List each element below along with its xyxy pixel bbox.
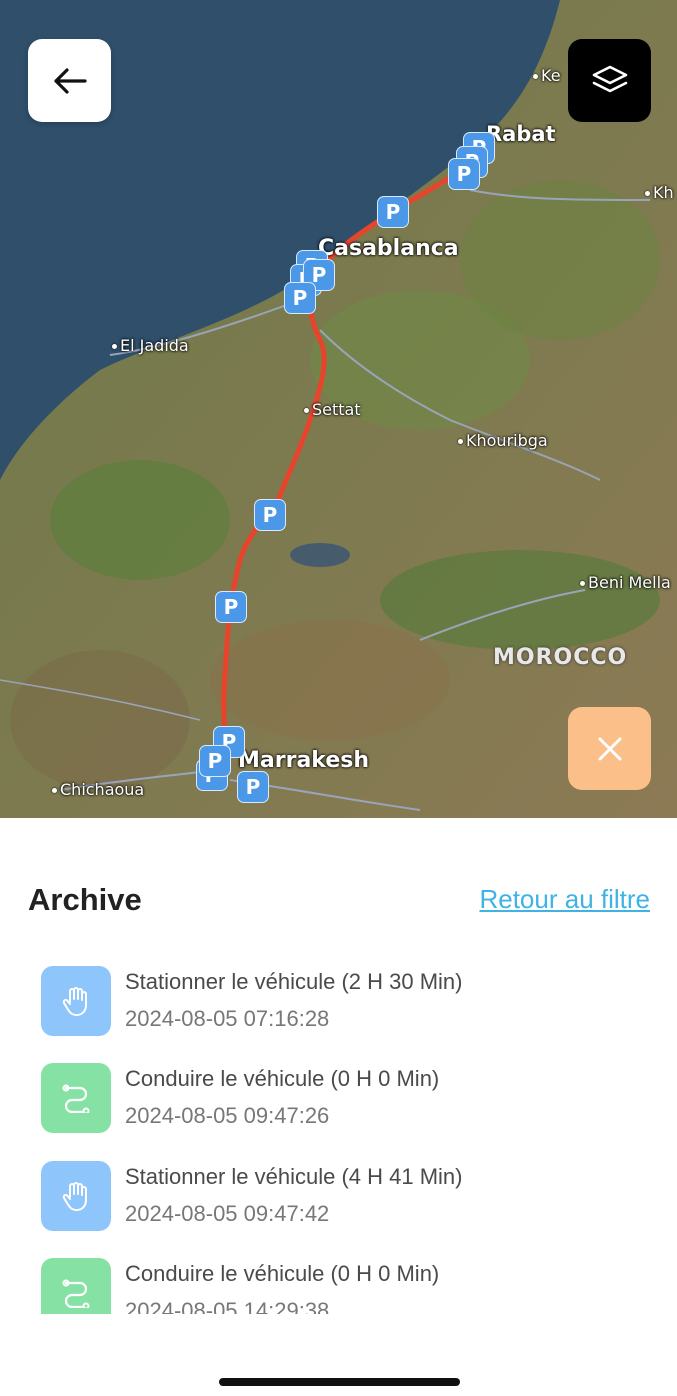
activity-label: Conduire le véhicule (0 H 0 Min) (125, 1261, 440, 1286)
town-label-beni-mella: Beni Mella (580, 573, 671, 592)
layers-icon (592, 65, 627, 92)
town-label-el-jadida: El Jadida (112, 336, 189, 355)
arrow-left-icon (53, 67, 87, 94)
parking-marker[interactable]: P (215, 591, 247, 623)
map-view[interactable]: Rabat Casablanca Marrakesh El Jadida Set… (0, 0, 677, 818)
back-button[interactable] (28, 39, 111, 122)
parking-marker[interactable]: P (284, 282, 316, 314)
activity-timestamp: 2024-08-05 09:47:42 (125, 1201, 330, 1226)
route-icon (41, 1258, 111, 1314)
town-label-khouribga: Khouribga (458, 431, 548, 450)
city-label-rabat: Rabat (486, 122, 556, 146)
city-label-marrakesh: Marrakesh (238, 748, 370, 773)
layers-button[interactable] (568, 39, 651, 122)
close-icon (598, 737, 621, 760)
route-icon (41, 1063, 111, 1133)
archive-list[interactable]: Stationner le véhicule (2 H 30 Min) 2024… (0, 958, 677, 1314)
parking-marker[interactable]: P (377, 196, 409, 228)
activity-label: Stationner le véhicule (2 H 30 Min) (125, 969, 463, 994)
list-item[interactable]: Conduire le véhicule (0 H 0 Min) 2024-08… (41, 1063, 641, 1133)
archive-panel: Archive Retour au filtre Stationner le v… (0, 818, 677, 1396)
back-to-filter-link[interactable]: Retour au filtre (479, 884, 650, 915)
activity-label: Stationner le véhicule (4 H 41 Min) (125, 1164, 463, 1189)
town-label-kh: Kh (645, 183, 674, 202)
close-button[interactable] (568, 707, 651, 790)
hand-icon (41, 966, 111, 1036)
archive-title: Archive (28, 882, 142, 917)
hand-icon (41, 1161, 111, 1231)
parking-marker[interactable]: P (237, 771, 269, 803)
city-label-casablanca: Casablanca (318, 236, 459, 261)
parking-marker[interactable]: P (448, 158, 480, 190)
activity-timestamp: 2024-08-05 09:47:26 (125, 1103, 330, 1128)
activity-label: Conduire le véhicule (0 H 0 Min) (125, 1066, 440, 1091)
list-item[interactable]: Stationner le véhicule (2 H 30 Min) 2024… (41, 966, 641, 1036)
parking-marker[interactable]: P (199, 745, 231, 777)
town-label-settat: Settat (304, 400, 361, 419)
list-item[interactable]: Stationner le véhicule (4 H 41 Min) 2024… (41, 1161, 641, 1231)
list-item[interactable]: Conduire le véhicule (0 H 0 Min) 2024-08… (41, 1258, 641, 1314)
parking-marker[interactable]: P (254, 499, 286, 531)
town-label-ke: Ke (533, 66, 561, 85)
home-indicator[interactable] (219, 1378, 460, 1386)
activity-timestamp: 2024-08-05 07:16:28 (125, 1006, 330, 1031)
activity-timestamp: 2024-08-05 14:29:38 (125, 1298, 330, 1314)
town-label-chichaoua: Chichaoua (52, 780, 144, 799)
country-label: MOROCCO (493, 645, 628, 670)
